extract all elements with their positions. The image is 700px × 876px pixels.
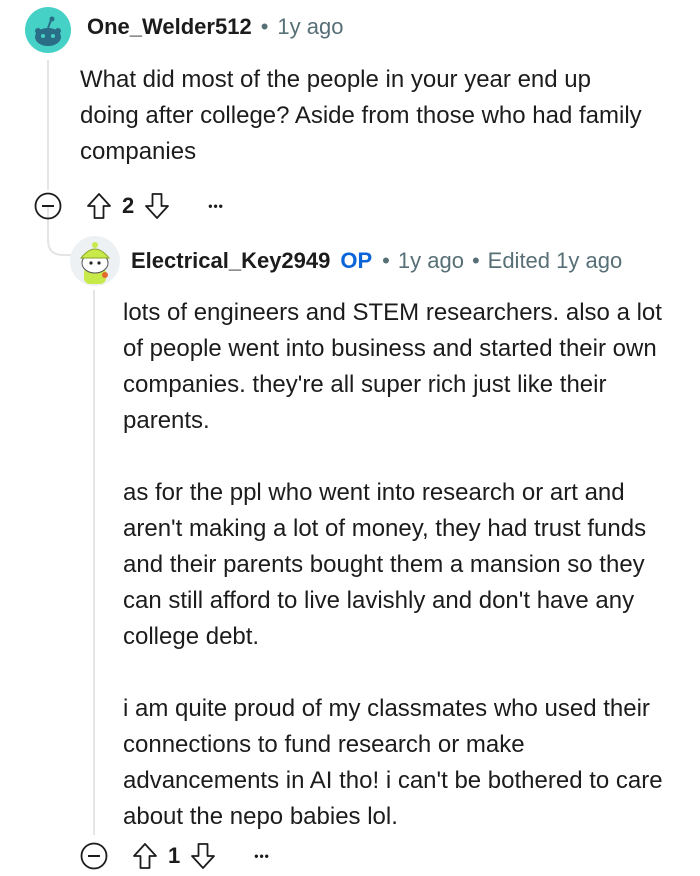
avatar[interactable]: [70, 236, 120, 286]
username[interactable]: Electrical_Key2949: [131, 248, 330, 274]
edited-label: Edited 1y ago: [487, 248, 623, 273]
upvote-icon: [133, 843, 157, 869]
timestamp[interactable]: 1y ago: [398, 248, 464, 274]
downvote-icon: [145, 193, 170, 219]
thread-line-reply: [93, 290, 95, 835]
downvote-button[interactable]: [190, 841, 216, 871]
downvote-icon: [191, 843, 216, 869]
comment-text: What did most of the people in your year…: [80, 66, 642, 165]
snoo-avatar-icon: [79, 242, 111, 284]
more-options-icon[interactable]: •••: [208, 199, 224, 213]
collapse-button[interactable]: [80, 842, 108, 870]
thread-line-main: [47, 60, 49, 190]
timestamp[interactable]: 1y ago: [277, 14, 343, 40]
separator-dot: •: [471, 248, 480, 273]
comment-paragraph: lots of engineers and STEM researchers. …: [123, 299, 662, 434]
comment-actions: 2 •••: [34, 186, 224, 226]
comment-body: lots of engineers and STEM researchers. …: [123, 295, 668, 835]
comment-actions: 1 •••: [80, 836, 270, 876]
snoo-avatar-icon: [35, 16, 61, 46]
downvote-button[interactable]: [144, 191, 170, 221]
upvote-button[interactable]: [86, 191, 112, 221]
collapse-button[interactable]: [34, 192, 62, 220]
comment-paragraph: as for the ppl who went into research or…: [123, 479, 647, 650]
collapse-icon: [34, 192, 62, 220]
vote-count: 2: [122, 193, 135, 218]
comment-paragraph: i am quite proud of my classmates who us…: [123, 695, 663, 830]
upvote-icon: [87, 193, 111, 219]
comment-header: Electrical_Key2949 OP • 1y ago • Edited …: [131, 248, 622, 274]
separator-dot: •: [382, 248, 390, 273]
separator-dot: •: [260, 14, 269, 39]
username[interactable]: One_Welder512: [87, 14, 252, 40]
vote-count: 1: [168, 843, 181, 868]
upvote-button[interactable]: [132, 841, 158, 871]
avatar[interactable]: [25, 7, 71, 53]
comment-header: One_Welder512 • 1y ago: [87, 14, 343, 40]
more-options-icon[interactable]: •••: [254, 849, 270, 863]
comment-body: What did most of the people in your year…: [80, 62, 650, 170]
op-badge: OP: [340, 248, 373, 273]
collapse-icon: [80, 842, 108, 870]
